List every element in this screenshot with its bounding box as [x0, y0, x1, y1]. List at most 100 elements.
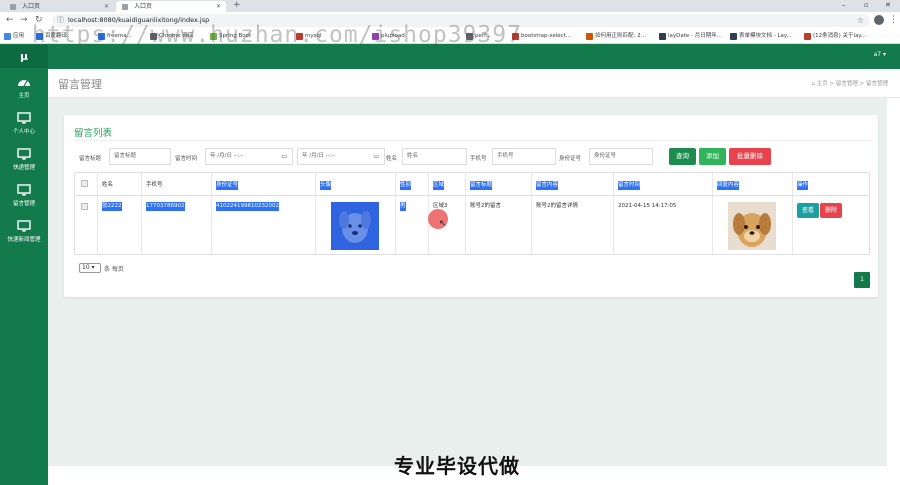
column-header: 手机号: [146, 182, 163, 188]
divider: [74, 140, 870, 141]
row-checkbox[interactable]: [81, 203, 88, 210]
sidebar-item-label: 主页: [18, 93, 30, 99]
date-from-input[interactable]: 年 /月/日 --:-- ▭: [205, 148, 293, 165]
avatar: [331, 202, 379, 250]
sidebar-item-news[interactable]: 快递新闻管理: [0, 216, 48, 252]
column-header: 留言标题: [470, 181, 493, 190]
tab-favicon-icon: [122, 4, 128, 10]
id-filter-label: 身份证号: [559, 156, 582, 162]
close-icon[interactable]: ✕: [104, 1, 109, 12]
bookmark-item[interactable]: (12条消息) 关于lay...: [804, 31, 866, 42]
sidebar-item-messages[interactable]: 留言管理: [0, 180, 48, 216]
cell-name: 张2222: [102, 202, 122, 211]
bookmark-item[interactable]: layDate - 月日期年...: [659, 31, 722, 42]
reply-image: [728, 202, 776, 250]
menu-kebab-icon[interactable]: ⋮: [889, 14, 898, 26]
sidebar-item-label: 快递新闻管理: [7, 237, 41, 243]
page-title: 留言管理: [58, 78, 102, 91]
back-icon[interactable]: ←: [6, 15, 14, 26]
tab-title: 入口页: [134, 3, 153, 10]
mouse-cursor-icon: ↖: [439, 219, 447, 229]
column-header: 留言时间: [618, 181, 641, 190]
cell-msg-content: 账号2的留言详情: [536, 203, 578, 209]
column-header: 回复内容: [717, 181, 740, 190]
browser-tab-2[interactable]: 入口页 ✕: [116, 1, 226, 12]
maximize-icon[interactable]: ▫: [864, 0, 869, 11]
column-header: 姓名: [102, 182, 114, 188]
monitor-icon: [17, 220, 31, 232]
bookmark-favicon-icon: [659, 33, 666, 40]
phone-filter-label: 手机号: [470, 156, 487, 162]
message-table: 姓名 手机号 身份证号 头像 性别 区域 留言标题 留言内容 留言时间 回复内容…: [74, 172, 870, 255]
bookmark-item[interactable]: 应用: [4, 31, 24, 42]
browser-tab-bar: 入口页 ✕ 入口页 ✕ + – ▫ ✕: [0, 0, 900, 12]
table-header-row: 姓名 手机号 身份证号 头像 性别 区域 留言标题 留言内容 留言时间 回复内容…: [75, 173, 869, 196]
title-filter-input[interactable]: 留言标题: [109, 148, 171, 165]
browser-tab-1[interactable]: 入口页 ✕: [4, 1, 114, 12]
forward-icon[interactable]: →: [20, 15, 28, 26]
column-header: 头像: [320, 181, 332, 190]
profile-avatar-icon[interactable]: [874, 15, 884, 25]
message-list-card: 留言列表 留言标题 留言标题 留言时间 年 /月/日 --:-- ▭ 年 /月/日…: [64, 115, 878, 297]
user-menu[interactable]: a7 ▾: [874, 51, 886, 58]
app-logo: μ: [0, 45, 48, 68]
name-filter-input[interactable]: 姓名: [402, 148, 467, 165]
bookmark-item[interactable]: 表单模块文档 - Lay...: [730, 31, 792, 42]
watermark-text: https://www.huzhan.com/ishop39397: [32, 22, 522, 48]
page-size-label: 条 每页: [104, 266, 124, 273]
page-button-current[interactable]: 1: [854, 272, 870, 288]
tab-favicon-icon: [10, 4, 16, 10]
cell-id-number: 410224199610232002: [216, 202, 279, 211]
column-header: 身份证号: [216, 181, 239, 190]
bookmark-item[interactable]: 如何用正则匹配: 2...: [586, 31, 646, 42]
bookmark-star-icon[interactable]: ☆: [857, 14, 864, 27]
delete-button[interactable]: 删除: [820, 203, 842, 218]
close-window-icon[interactable]: ✕: [885, 0, 891, 11]
name-filter-label: 姓名: [386, 156, 398, 162]
page-size-select[interactable]: 10 ▾: [79, 263, 101, 273]
breadcrumb-item[interactable]: 留言管理: [836, 81, 858, 87]
column-header: 性别: [400, 181, 412, 190]
select-all-checkbox[interactable]: [81, 180, 88, 187]
bookmark-favicon-icon: [586, 33, 593, 40]
calendar-icon[interactable]: ▭: [373, 149, 379, 164]
batch-delete-button[interactable]: 批量删除: [729, 148, 771, 165]
dog-avatar-image: [331, 202, 379, 250]
sidebar-item-personal[interactable]: 个人中心: [0, 108, 48, 144]
date-to-input[interactable]: 年 /月/日 --:-- ▭: [297, 148, 385, 165]
phone-filter-input[interactable]: 手机号: [492, 148, 556, 165]
cell-gender: 男: [400, 202, 406, 211]
sidebar-item-label: 个人中心: [12, 129, 35, 135]
cell-msg-title: 账号2的留言: [470, 203, 501, 209]
time-filter-label: 留言时间: [175, 156, 198, 162]
monitor-icon: [17, 148, 31, 160]
sidebar-item-label: 快递管理: [12, 165, 35, 171]
sidebar-item-express[interactable]: 快递管理: [0, 144, 48, 180]
sidebar-item-home[interactable]: 主页: [0, 72, 48, 108]
column-header: 区域: [433, 181, 445, 190]
column-header: 留言内容: [536, 181, 559, 190]
apps-icon: [4, 33, 11, 40]
card-title: 留言列表: [74, 128, 113, 139]
calendar-icon[interactable]: ▭: [281, 149, 287, 164]
new-tab-icon[interactable]: +: [233, 0, 241, 11]
minimize-icon[interactable]: –: [842, 0, 846, 11]
page-header: 留言管理 ⌂ 主页 > 留言管理 > 留言管理: [48, 69, 900, 98]
cell-msg-time: 2021-04-15 14:17:05: [618, 203, 677, 209]
puppy-image: [728, 202, 776, 250]
column-header: 操作: [797, 181, 809, 190]
breadcrumb-home[interactable]: 主页: [817, 81, 828, 87]
search-button[interactable]: 查询: [669, 148, 696, 165]
banner-text: 专业毕设代做: [394, 454, 520, 478]
add-button[interactable]: 添加: [699, 148, 726, 165]
monitor-icon: [17, 112, 31, 124]
breadcrumb: ⌂ 主页 > 留言管理 > 留言管理: [811, 79, 888, 87]
bookmark-favicon-icon: [730, 33, 737, 40]
close-icon[interactable]: ✕: [216, 1, 221, 12]
view-button[interactable]: 查看: [797, 203, 819, 218]
breadcrumb-current: 留言管理: [865, 81, 888, 87]
id-filter-input[interactable]: 身份证号: [589, 148, 653, 165]
sidebar-item-label: 留言管理: [12, 201, 35, 207]
title-filter-label: 留言标题: [79, 156, 102, 162]
tab-title: 入口页: [22, 3, 41, 10]
